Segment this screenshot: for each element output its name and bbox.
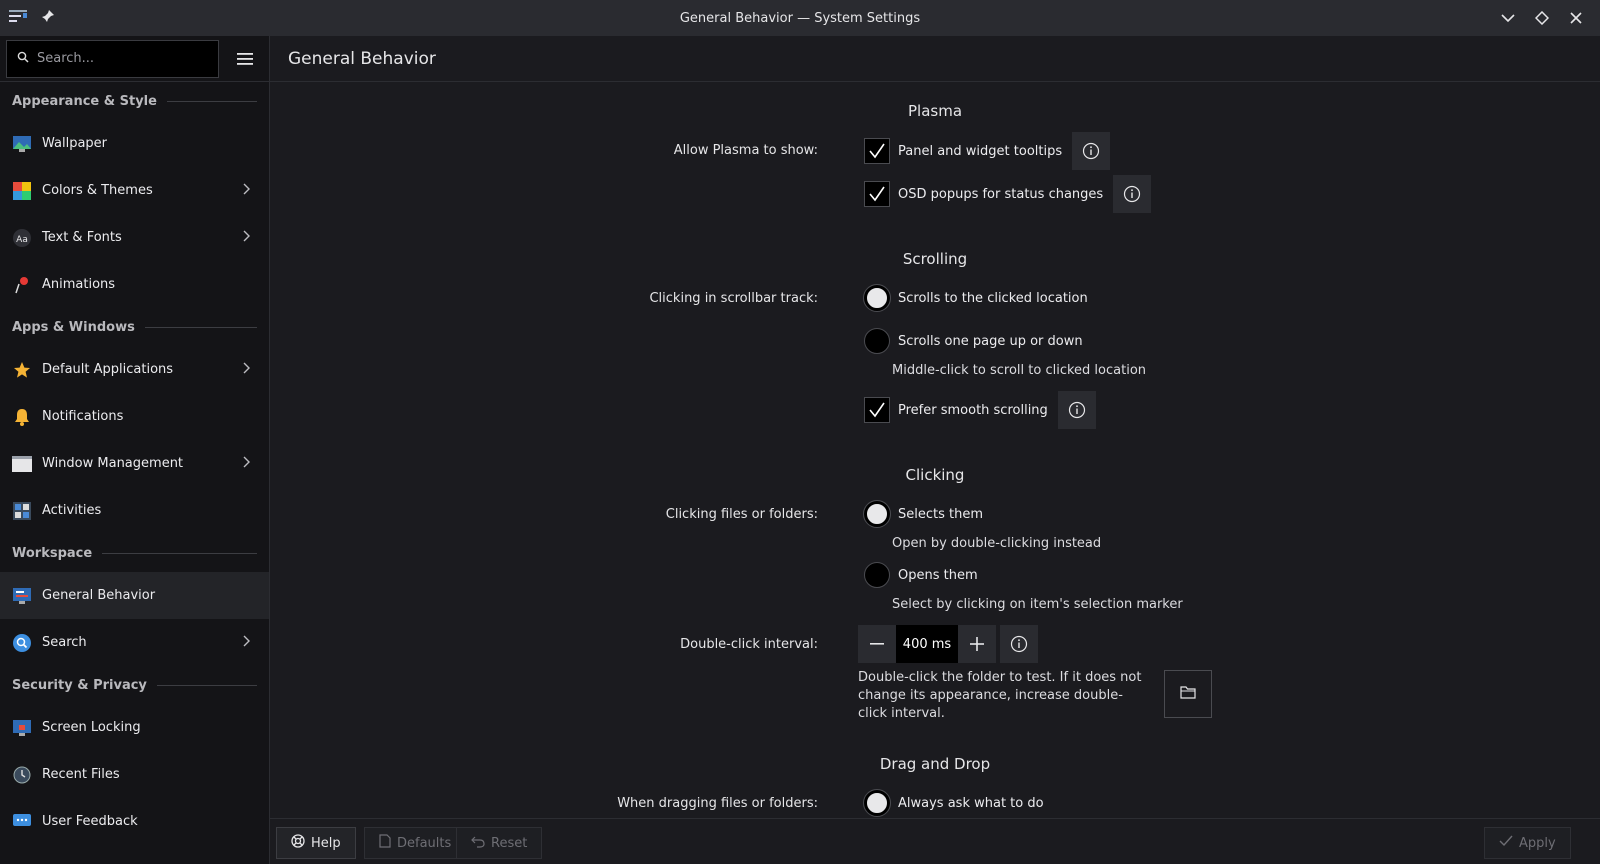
apply-button[interactable]: Apply bbox=[1484, 827, 1571, 859]
osd-checkbox[interactable] bbox=[864, 181, 890, 207]
folder-icon bbox=[1180, 685, 1196, 703]
opens-them-hint: Select by clicking on item's selection m… bbox=[892, 597, 1183, 612]
sidebar-item-screen-locking[interactable]: Screen Locking bbox=[0, 704, 269, 751]
sidebar-item-recent-files[interactable]: Recent Files bbox=[0, 751, 269, 798]
double-click-interval-spinbox[interactable]: 400 ms bbox=[858, 625, 1038, 663]
help-button[interactable]: Help bbox=[276, 827, 356, 859]
group-title-drag-drop: Drag and Drop bbox=[879, 755, 991, 773]
undo-icon bbox=[471, 834, 485, 852]
test-folder-button[interactable] bbox=[1164, 670, 1212, 718]
sidebar-item-general-behavior[interactable]: General Behavior bbox=[0, 572, 269, 619]
screen-lock-icon bbox=[12, 718, 32, 738]
scroll-clicked-location-option[interactable]: Scrolls to the clicked location bbox=[863, 284, 1088, 312]
smooth-scrolling-checkbox[interactable] bbox=[864, 397, 890, 423]
pin-icon[interactable] bbox=[38, 6, 58, 26]
interval-value[interactable]: 400 ms bbox=[896, 625, 958, 663]
sidebar-item-user-feedback[interactable]: User Feedback bbox=[0, 798, 269, 845]
minimize-icon[interactable] bbox=[1498, 8, 1518, 28]
hamburger-menu-icon[interactable] bbox=[229, 43, 261, 75]
search-icon bbox=[12, 633, 32, 653]
info-icon[interactable] bbox=[1072, 132, 1111, 170]
activities-icon bbox=[12, 501, 32, 521]
opens-them-option[interactable]: Opens them bbox=[864, 562, 978, 588]
feedback-icon bbox=[12, 812, 32, 832]
group-title-plasma: Plasma bbox=[907, 102, 963, 120]
sidebar-item-animations[interactable]: Animations bbox=[0, 261, 269, 308]
checkmark-icon bbox=[1499, 835, 1513, 851]
info-icon[interactable] bbox=[1000, 625, 1038, 663]
maximize-icon[interactable] bbox=[1532, 8, 1552, 28]
scroll-clicked-location-radio[interactable] bbox=[863, 284, 891, 312]
decrement-button[interactable] bbox=[858, 625, 896, 663]
info-icon[interactable] bbox=[1113, 175, 1152, 213]
window-icon bbox=[12, 454, 32, 474]
section-workspace: Workspace bbox=[0, 534, 269, 572]
chevron-right-icon bbox=[243, 230, 257, 246]
page-title: General Behavior bbox=[270, 36, 1600, 82]
sidebar-item-colors-themes[interactable]: Colors & Themes bbox=[0, 167, 269, 214]
animations-icon bbox=[12, 275, 32, 295]
sidebar-item-activities[interactable]: Activities bbox=[0, 487, 269, 534]
increment-button[interactable] bbox=[958, 625, 996, 663]
help-icon bbox=[291, 834, 305, 852]
selects-them-radio[interactable] bbox=[863, 500, 891, 528]
search-icon bbox=[17, 51, 29, 67]
info-icon[interactable] bbox=[1057, 391, 1096, 429]
clicking-row-label: Clicking files or folders: bbox=[665, 507, 818, 522]
group-title-scrolling: Scrolling bbox=[902, 250, 968, 268]
window-menu-icon[interactable] bbox=[8, 6, 28, 26]
chevron-right-icon bbox=[243, 183, 257, 199]
scroll-page-hint: Middle-click to scroll to clicked locati… bbox=[892, 363, 1147, 378]
defaults-button[interactable]: Defaults bbox=[364, 827, 467, 859]
search-box[interactable] bbox=[6, 39, 219, 78]
colors-icon bbox=[12, 181, 32, 201]
bottom-button-bar: Help Defaults Reset Apply bbox=[270, 818, 1600, 864]
sidebar-item-search[interactable]: Search bbox=[0, 619, 269, 666]
scroll-page-radio[interactable] bbox=[864, 328, 890, 354]
wallpaper-icon bbox=[12, 134, 32, 154]
close-icon[interactable] bbox=[1566, 8, 1586, 28]
clock-icon bbox=[12, 765, 32, 785]
selects-them-hint: Open by double-clicking instead bbox=[892, 536, 1102, 551]
drag-drop-row-label: When dragging files or folders: bbox=[617, 796, 818, 811]
tooltips-option[interactable]: Panel and widget tooltips bbox=[864, 132, 1111, 170]
general-behavior-icon bbox=[12, 586, 32, 606]
bell-icon bbox=[12, 407, 32, 427]
search-input[interactable] bbox=[37, 51, 207, 66]
sidebar: Appearance & Style Wallpaper Colors & Th… bbox=[0, 36, 270, 864]
star-icon bbox=[12, 360, 32, 380]
window-title: General Behavior — System Settings bbox=[679, 10, 921, 26]
chevron-right-icon bbox=[243, 635, 257, 651]
chevron-right-icon bbox=[243, 362, 257, 378]
sidebar-item-notifications[interactable]: Notifications bbox=[0, 393, 269, 440]
always-ask-option[interactable]: Always ask what to do bbox=[863, 789, 1044, 817]
scrollbar-row-label: Clicking in scrollbar track: bbox=[649, 291, 818, 306]
fonts-icon: Aa bbox=[12, 228, 32, 248]
reset-button[interactable]: Reset bbox=[456, 827, 543, 859]
tooltips-checkbox[interactable] bbox=[864, 138, 890, 164]
settings-content: Plasma Allow Plasma to show: Panel and w… bbox=[270, 82, 1600, 818]
double-click-interval-label: Double-click interval: bbox=[680, 637, 818, 652]
section-appearance-style: Appearance & Style bbox=[0, 82, 269, 120]
double-click-test-hint: Double-click the folder to test. If it d… bbox=[858, 670, 1142, 721]
chevron-right-icon bbox=[243, 456, 257, 472]
sidebar-item-window-management[interactable]: Window Management bbox=[0, 440, 269, 487]
document-icon bbox=[379, 834, 391, 852]
svg-text:Aa: Aa bbox=[16, 235, 28, 245]
title-bar: General Behavior — System Settings bbox=[0, 0, 1600, 36]
smooth-scrolling-option[interactable]: Prefer smooth scrolling bbox=[864, 391, 1096, 429]
osd-option[interactable]: OSD popups for status changes bbox=[864, 175, 1152, 213]
sidebar-item-text-fonts[interactable]: Aa Text & Fonts bbox=[0, 214, 269, 261]
group-title-clicking: Clicking bbox=[905, 466, 965, 484]
section-apps-windows: Apps & Windows bbox=[0, 308, 269, 346]
sidebar-search-row bbox=[0, 36, 269, 82]
sidebar-item-wallpaper[interactable]: Wallpaper bbox=[0, 120, 269, 167]
plasma-row-label: Allow Plasma to show: bbox=[673, 143, 818, 158]
always-ask-radio[interactable] bbox=[863, 789, 891, 817]
selects-them-option[interactable]: Selects them bbox=[863, 500, 983, 528]
opens-them-radio[interactable] bbox=[864, 562, 890, 588]
scroll-page-option[interactable]: Scrolls one page up or down bbox=[864, 328, 1083, 354]
sidebar-item-default-applications[interactable]: Default Applications bbox=[0, 346, 269, 393]
section-security-privacy: Security & Privacy bbox=[0, 666, 269, 704]
